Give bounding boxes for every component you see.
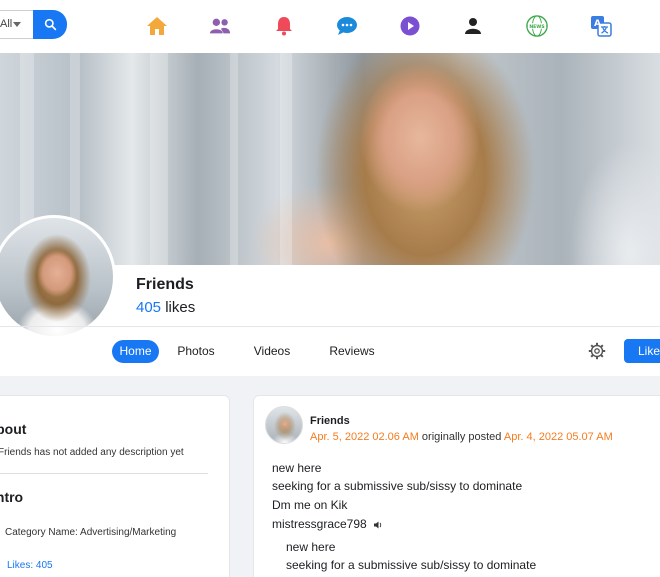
search-area: All xyxy=(0,10,68,39)
home-icon[interactable] xyxy=(146,15,168,37)
post-text-line: new here xyxy=(272,461,322,475)
post-avatar[interactable] xyxy=(265,406,303,444)
search-scope-select[interactable]: All xyxy=(0,10,35,39)
likes-summary: 405 likes xyxy=(136,299,195,316)
tab-reviews[interactable]: Reviews xyxy=(325,340,379,363)
profile-icon[interactable] xyxy=(462,15,484,37)
tab-photos[interactable]: Photos xyxy=(172,340,220,363)
chevron-down-icon xyxy=(13,21,22,27)
post-date[interactable]: Apr. 5, 2022 02.06 AM xyxy=(310,431,419,443)
originally-posted-label: originally posted xyxy=(421,431,502,443)
intro-likes[interactable]: Likes: 405 xyxy=(7,560,53,571)
tab-home[interactable]: Home xyxy=(112,340,159,363)
header-divider xyxy=(0,326,660,327)
friends-icon[interactable] xyxy=(209,15,231,37)
svg-text:A: A xyxy=(594,19,601,29)
shared-text-line: new here xyxy=(286,540,336,554)
search-scope-value: All xyxy=(0,18,13,30)
intro-category: Category Name: Advertising/Marketing xyxy=(5,527,177,538)
news-badge: NEWS xyxy=(529,24,544,30)
likes-count[interactable]: 405 xyxy=(136,299,161,316)
post-author[interactable]: Friends xyxy=(310,415,350,427)
post-text: mistressgrace798 xyxy=(272,517,367,531)
page-title: Friends xyxy=(136,276,194,293)
top-bar: All NEWS A xyxy=(0,0,660,53)
gear-icon[interactable] xyxy=(588,342,606,360)
translate-icon[interactable]: A xyxy=(590,15,612,37)
post-text-line: Dm me on Kik xyxy=(272,498,348,512)
video-icon[interactable] xyxy=(399,15,421,37)
tab-videos[interactable]: Videos xyxy=(248,340,296,363)
speaker-icon[interactable] xyxy=(373,520,383,530)
intro-title: Intro xyxy=(0,489,24,505)
news-icon[interactable]: NEWS xyxy=(526,15,548,37)
about-title: About xyxy=(0,421,27,437)
likes-label: likes xyxy=(165,299,196,316)
search-icon xyxy=(44,18,56,31)
about-card xyxy=(0,395,230,577)
search-button[interactable] xyxy=(33,10,67,39)
notifications-icon[interactable] xyxy=(273,15,295,37)
like-button[interactable]: Like xyxy=(624,339,660,363)
messages-icon[interactable] xyxy=(336,15,358,37)
shared-text-line: seeking for a submissive sub/sissy to do… xyxy=(286,558,537,572)
cover-photo xyxy=(0,53,660,265)
post-text-line-with-audio: mistressgrace798 xyxy=(272,517,383,531)
post-meta: Apr. 5, 2022 02.06 AM originally posted … xyxy=(310,431,613,443)
original-post-date[interactable]: Apr. 4, 2022 05.07 AM xyxy=(504,431,613,443)
post-text-line: seeking for a submissive sub/sissy to do… xyxy=(272,479,523,493)
about-description: Friends has not added any description ye… xyxy=(0,447,184,458)
about-divider xyxy=(0,473,208,474)
